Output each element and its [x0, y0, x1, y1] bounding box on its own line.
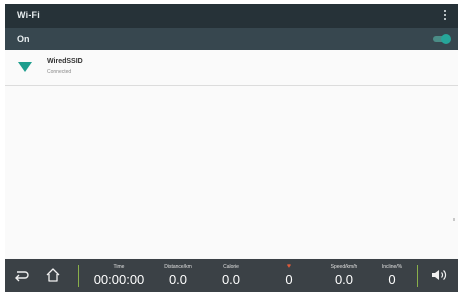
metric-time: Time 00:00:00: [87, 263, 151, 288]
back-arrow-icon[interactable]: [11, 265, 31, 285]
home-icon[interactable]: [43, 265, 63, 285]
wifi-toggle[interactable]: [433, 34, 451, 44]
metric-calorie: Calorie 0.0: [211, 263, 251, 288]
heart-icon: ♥: [286, 263, 292, 270]
metric-speed: Speed/km/h 0.0: [321, 263, 367, 288]
metric-heart-rate: ♥ 0: [277, 263, 301, 288]
volume-icon[interactable]: [429, 265, 449, 285]
scroll-indicator: [453, 218, 455, 221]
network-status: Connected: [47, 69, 72, 75]
metric-incline: Incline/% 0: [373, 263, 411, 288]
console-bar: Time 00:00:00 Distance/km 0.0 Calorie 0.…: [5, 259, 458, 292]
time-label: Time: [113, 264, 125, 270]
wifi-switch-bar[interactable]: On: [5, 28, 458, 50]
wifi-switch-label: On: [17, 34, 30, 44]
device-screen: Wi-Fi On WiredSSID Connected Time 00:00:…: [5, 4, 458, 292]
heart-rate-value: 0: [285, 272, 293, 287]
network-item[interactable]: WiredSSID Connected: [5, 50, 458, 86]
distance-label: Distance/km: [164, 264, 192, 270]
network-name: WiredSSID: [47, 58, 83, 65]
distance-value: 0.0: [168, 272, 188, 287]
metric-distance: Distance/km 0.0: [153, 263, 203, 288]
speed-value: 0.0: [334, 272, 354, 287]
speed-label: Speed/km/h: [330, 264, 358, 270]
separator: [417, 265, 418, 287]
more-vert-icon[interactable]: [440, 8, 450, 24]
title-bar: Wi-Fi: [5, 4, 458, 28]
calorie-value: 0.0: [221, 272, 241, 287]
incline-label: Incline/%: [381, 264, 403, 270]
page-title: Wi-Fi: [17, 10, 40, 20]
toggle-thumb: [441, 34, 451, 44]
network-list: WiredSSID Connected: [5, 50, 458, 258]
time-value: 00:00:00: [93, 272, 145, 287]
calorie-label: Calorie: [223, 264, 239, 270]
wifi-signal-icon: [18, 62, 32, 72]
incline-value: 0: [388, 272, 396, 287]
separator: [78, 265, 79, 287]
